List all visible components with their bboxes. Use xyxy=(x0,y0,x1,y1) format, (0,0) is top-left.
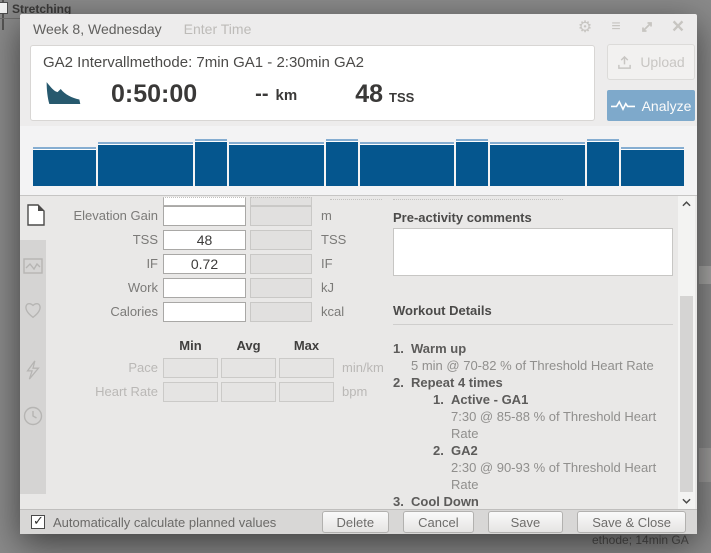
clipped-input xyxy=(250,197,312,206)
close-icon[interactable]: × xyxy=(669,18,687,36)
interval-bars xyxy=(33,134,684,186)
elevation-gain-input[interactable] xyxy=(163,206,246,226)
work-completed-input xyxy=(250,278,312,298)
workout-step: 3. Cool Down 5 min @ 70-82 % of Threshol… xyxy=(393,493,678,509)
avg-header: Avg xyxy=(221,338,276,353)
interval-bar xyxy=(490,142,585,186)
workout-substep: 2. GA2 2:30 @ 90-93 % of Threshold Heart… xyxy=(433,442,678,493)
analyze-button[interactable]: Analyze xyxy=(607,90,695,121)
heart-rate-min-input xyxy=(163,382,218,402)
workout-step: 1. Warm up 5 min @ 70-82 % of Threshold … xyxy=(393,340,678,374)
field-label: Work xyxy=(20,278,158,298)
field-label: Calories xyxy=(20,302,158,322)
interval-bar xyxy=(621,147,684,186)
delete-button[interactable]: Delete xyxy=(322,511,390,533)
auto-calc-label: Automatically calculate planned values xyxy=(53,515,276,530)
calories-completed-input xyxy=(250,302,312,322)
workout-details-title: Workout Details xyxy=(393,303,492,318)
tss-unit: TSS xyxy=(389,90,414,105)
distance-value: -- xyxy=(255,83,268,106)
field-label: Elevation Gain xyxy=(20,206,158,226)
background-fragment xyxy=(699,266,711,284)
upload-button[interactable]: Upload xyxy=(607,44,695,80)
interval-bar xyxy=(360,142,455,186)
workout-substep: 1. Active - GA1 7:30 @ 85-88 % of Thresh… xyxy=(433,391,678,442)
if-input[interactable] xyxy=(163,254,246,274)
clock-icon[interactable] xyxy=(23,406,43,426)
auto-calc-checkbox[interactable] xyxy=(31,515,45,529)
scroll-down-arrow[interactable] xyxy=(678,493,695,509)
modal-content: Elevation Gain m TSS TSS IF IF Work kJ C… xyxy=(20,196,697,509)
expand-icon[interactable] xyxy=(638,18,656,36)
divider xyxy=(393,324,673,325)
field-unit: IF xyxy=(321,254,333,274)
interval-bar xyxy=(456,139,488,186)
interval-bar xyxy=(195,139,227,186)
modal-title: Week 8, Wednesday xyxy=(33,21,162,37)
save-button[interactable]: Save xyxy=(488,511,564,533)
pace-max-input xyxy=(279,358,334,378)
pace-min-input xyxy=(163,358,218,378)
running-shoe-icon xyxy=(43,79,83,109)
field-label: Heart Rate xyxy=(20,382,158,402)
analyze-label: Analyze xyxy=(642,98,692,114)
gear-icon[interactable]: ⚙ xyxy=(576,18,594,36)
workout-structure-chart xyxy=(20,126,697,196)
upload-label: Upload xyxy=(640,54,684,70)
scroll-up-arrow[interactable] xyxy=(678,196,695,212)
field-unit: min/km xyxy=(342,358,384,378)
workout-summary-card: GA2 Intervallmethode: 7min GA1 - 2:30min… xyxy=(30,45,595,121)
background-fragment xyxy=(699,448,711,482)
duration-value: 0:50:00 xyxy=(111,80,197,109)
pulse-icon xyxy=(611,99,635,112)
calories-input[interactable] xyxy=(163,302,246,322)
pace-avg-input xyxy=(221,358,276,378)
field-unit: m xyxy=(321,206,332,226)
field-unit: TSS xyxy=(321,230,346,250)
clipped-border xyxy=(330,199,382,200)
clipped-input xyxy=(163,197,246,206)
workout-step: 2. Repeat 4 times 1. Active - GA1 7:30 @… xyxy=(393,374,678,493)
field-unit: kJ xyxy=(321,278,334,298)
enter-time-link[interactable]: Enter Time xyxy=(184,21,252,37)
upload-icon xyxy=(617,55,632,70)
tss-completed-input xyxy=(250,230,312,250)
if-completed-input xyxy=(250,254,312,274)
background-checkbox xyxy=(0,2,8,14)
field-unit: bpm xyxy=(342,382,367,402)
interval-bar xyxy=(326,139,358,186)
interval-bar xyxy=(229,142,324,186)
background-label: ethode; 14min GA xyxy=(592,533,689,547)
field-label: Pace xyxy=(20,358,158,378)
field-label: TSS xyxy=(20,230,158,250)
scrollbar-thumb[interactable] xyxy=(680,296,693,492)
work-input[interactable] xyxy=(163,278,246,298)
distance-unit: km xyxy=(276,87,298,104)
workout-title: GA2 Intervallmethode: 7min GA1 - 2:30min… xyxy=(43,54,364,71)
interval-bar xyxy=(98,142,193,186)
workout-details-list: 1. Warm up 5 min @ 70-82 % of Threshold … xyxy=(393,340,678,509)
heart-rate-avg-input xyxy=(221,382,276,402)
modal-footer: Automatically calculate planned values D… xyxy=(20,509,697,534)
tss-input[interactable] xyxy=(163,230,246,250)
cancel-button[interactable]: Cancel xyxy=(403,511,473,533)
clipped-border xyxy=(393,199,563,200)
elevation-gain-completed-input xyxy=(250,206,312,226)
min-header: Min xyxy=(163,338,218,353)
heart-rate-max-input xyxy=(279,382,334,402)
workout-detail-modal: Week 8, Wednesday Enter Time ⚙ ≡ × GA2 I… xyxy=(20,14,697,534)
interval-bar xyxy=(33,147,96,186)
summary-stats: 0:50:00 -- km 48 TSS xyxy=(43,79,414,109)
save-and-close-button[interactable]: Save & Close xyxy=(577,511,686,533)
interval-bar xyxy=(587,139,619,186)
tss-value: 48 xyxy=(355,80,383,109)
header-icon-group: ⚙ ≡ × xyxy=(576,18,687,36)
max-header: Max xyxy=(279,338,334,353)
field-unit: kcal xyxy=(321,302,344,322)
pre-activity-comments-title: Pre-activity comments xyxy=(393,210,532,225)
menu-icon[interactable]: ≡ xyxy=(607,18,625,36)
field-label: IF xyxy=(20,254,158,274)
scrollbar xyxy=(678,196,695,509)
pre-activity-comments-textarea[interactable] xyxy=(393,228,673,276)
